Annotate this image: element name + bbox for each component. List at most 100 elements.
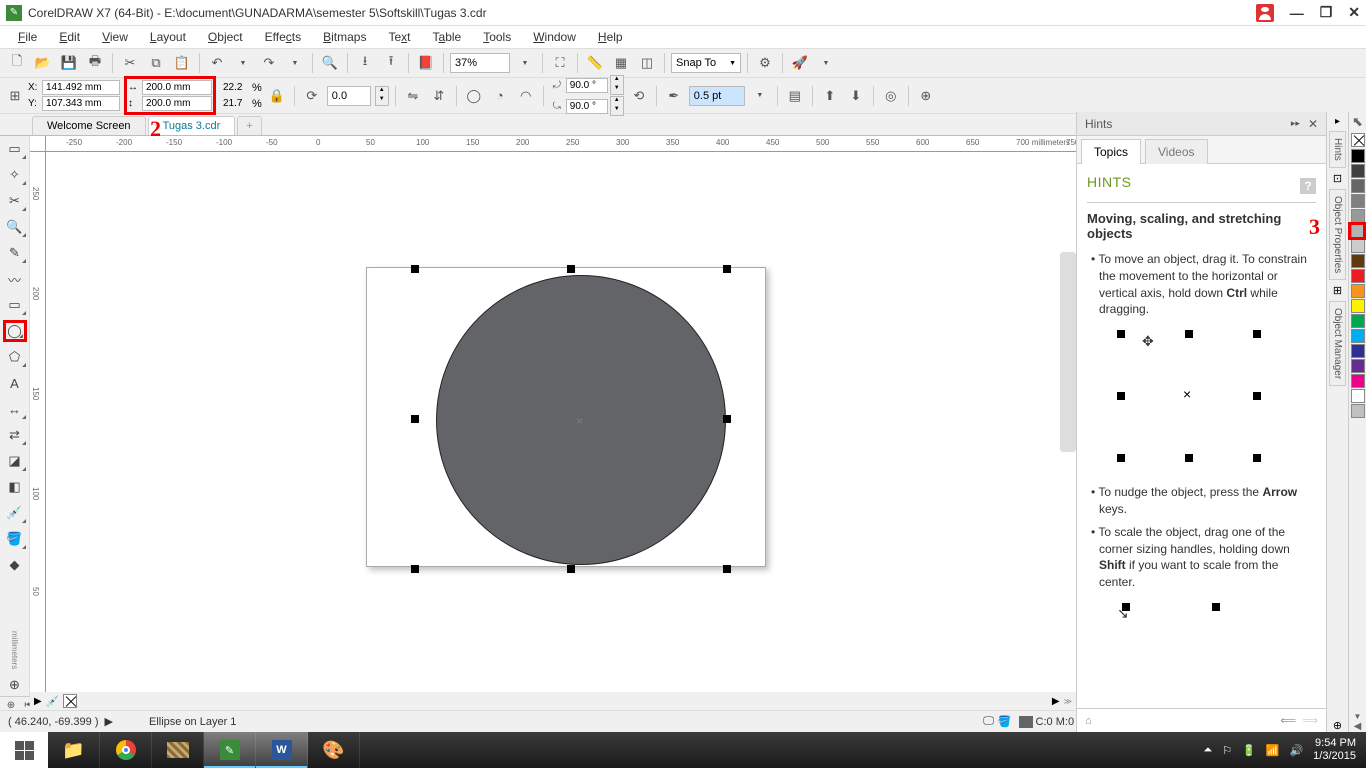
scale-y[interactable]: 21.7 <box>220 96 250 111</box>
minimize-button[interactable]: — <box>1290 5 1304 21</box>
rotation-input[interactable] <box>327 86 371 106</box>
menu-bitmaps[interactable]: Bitmaps <box>313 28 376 46</box>
x-input[interactable]: 141.492 mm <box>42 80 120 95</box>
direction-icon[interactable]: ⟲ <box>628 85 650 107</box>
quick-customize-toolbox[interactable]: ⊕ <box>3 674 27 696</box>
no-fill-swatch[interactable] <box>1351 133 1365 147</box>
color-proof-icon[interactable]: 🖵 <box>983 715 994 728</box>
docker-obj-mgr[interactable]: Object Manager <box>1329 301 1346 386</box>
origin-icon[interactable]: ⊞ <box>6 85 24 107</box>
menu-table[interactable]: Table <box>423 28 472 46</box>
color-swatch[interactable] <box>1351 359 1365 373</box>
print-icon[interactable]: 🖶 <box>84 52 106 74</box>
tray-battery-icon[interactable]: 🔋 <box>1242 744 1256 757</box>
search-icon[interactable]: 🔍 <box>319 52 341 74</box>
pick-tool[interactable]: ▭ <box>3 138 27 160</box>
handle-se[interactable] <box>723 565 731 573</box>
ruler-icon[interactable]: 📏 <box>584 52 606 74</box>
shape-tool[interactable]: ✧ <box>3 164 27 186</box>
handle-s[interactable] <box>567 565 575 573</box>
clock[interactable]: 9:54 PM 1/3/2015 <box>1313 737 1356 763</box>
handle-w[interactable] <box>411 415 419 423</box>
tab-topics[interactable]: Topics <box>1081 139 1141 164</box>
polygon-tool[interactable]: ⬠ <box>3 346 27 368</box>
to-front-icon[interactable]: ⬆ <box>819 85 841 107</box>
redo-drop-icon[interactable]: ▼ <box>284 52 306 74</box>
color-swatch[interactable] <box>1351 149 1365 163</box>
artistic-media-tool[interactable]: 〰 <box>3 268 27 290</box>
color-swatch[interactable] <box>1351 239 1365 253</box>
fullscreen-icon[interactable]: ⛶ <box>549 52 571 74</box>
task-word[interactable]: W <box>256 732 308 768</box>
palette-toggle-icon[interactable]: ▶ <box>34 696 42 707</box>
pie-icon[interactable]: ◔ <box>489 85 511 107</box>
color-swatch[interactable] <box>1351 344 1365 358</box>
task-chrome[interactable] <box>100 732 152 768</box>
width-input[interactable]: 200.0 mm <box>142 80 212 95</box>
play-icon[interactable]: ▶ <box>105 715 113 728</box>
back-icon[interactable]: ⟸ <box>1280 715 1296 727</box>
ellipse-tool[interactable]: ◯ <box>3 320 27 342</box>
docker-btn2[interactable]: ⊞ <box>1333 284 1342 297</box>
open-icon[interactable]: 📂 <box>32 52 54 74</box>
color-swatch[interactable] <box>1351 389 1365 403</box>
rectangle-tool[interactable]: ▭ <box>3 294 27 316</box>
color-swatch[interactable] <box>1351 284 1365 298</box>
restore-button[interactable]: ❐ <box>1320 4 1333 21</box>
docker-hints[interactable]: Hints <box>1329 131 1346 168</box>
task-coreldraw[interactable]: ✎ <box>204 732 256 768</box>
tab-add[interactable]: + <box>237 116 261 135</box>
task-explorer[interactable]: 📁 <box>48 732 100 768</box>
zoom-input[interactable] <box>450 53 510 73</box>
tray-network-icon[interactable]: 📶 <box>1266 744 1280 757</box>
docker-obj-props[interactable]: Object Properties <box>1329 189 1346 280</box>
palette-menu-icon[interactable]: ▶ <box>1052 696 1060 707</box>
tab-videos[interactable]: Videos <box>1145 139 1207 164</box>
redo-icon[interactable]: ↷ <box>258 52 280 74</box>
save-icon[interactable]: 💾 <box>58 52 80 74</box>
lock-ratio-icon[interactable]: 🔒 <box>266 85 288 107</box>
menu-window[interactable]: Window <box>523 28 586 46</box>
snap-dropdown[interactable]: Snap To▼ <box>671 53 741 73</box>
publish-pdf-icon[interactable]: 📕 <box>415 52 437 74</box>
handle-ne[interactable] <box>723 265 731 273</box>
text-tool[interactable]: A <box>3 372 27 394</box>
handle-n[interactable] <box>567 265 575 273</box>
palette-scroll-down[interactable]: ▼ <box>1354 712 1362 721</box>
launch-icon[interactable]: 🚀 <box>789 52 811 74</box>
handle-sw[interactable] <box>411 565 419 573</box>
new-icon[interactable]: 🗋 <box>6 52 28 74</box>
user-icon[interactable] <box>1256 4 1274 22</box>
crop-tool[interactable]: ✂ <box>3 190 27 212</box>
canvas[interactable]: × <box>46 152 1076 696</box>
menu-effects[interactable]: Effects <box>255 28 311 46</box>
quick-customize-icon[interactable]: ⊕ <box>915 85 937 107</box>
forward-icon[interactable]: ⟹ <box>1302 715 1318 727</box>
outline-drop-icon[interactable]: ▼ <box>749 85 771 107</box>
color-swatch[interactable] <box>1351 164 1365 178</box>
color-swatch[interactable] <box>1351 404 1365 418</box>
guides-icon[interactable]: ◫ <box>636 52 658 74</box>
start-button[interactable] <box>0 732 48 768</box>
paste-icon[interactable]: 📋 <box>171 52 193 74</box>
end-angle[interactable]: 90.0 ° <box>566 99 608 114</box>
tab-welcome[interactable]: Welcome Screen <box>32 116 146 135</box>
outline-width-input[interactable] <box>689 86 745 106</box>
color-swatch[interactable] <box>1351 314 1365 328</box>
eyedropper-tool[interactable]: 💉 <box>3 502 27 524</box>
undo-icon[interactable]: ↶ <box>206 52 228 74</box>
vertical-scrollbar[interactable] <box>1060 252 1076 452</box>
home-icon[interactable]: ⌂ <box>1085 715 1092 727</box>
ellipse-icon[interactable]: ◯ <box>463 85 485 107</box>
close-button[interactable]: ✕ <box>1348 4 1360 21</box>
color-swatch[interactable] <box>1351 329 1365 343</box>
palette-flyout-icon[interactable]: ◀ <box>1354 721 1362 732</box>
color-swatch[interactable] <box>1351 374 1365 388</box>
vertical-ruler[interactable]: 25020015010050 <box>30 152 46 696</box>
horizontal-ruler[interactable]: millimeters -250-200-150-100-50050100150… <box>46 136 1076 152</box>
menu-edit[interactable]: Edit <box>49 28 90 46</box>
task-paint[interactable]: 🎨 <box>308 732 360 768</box>
connector-tool[interactable]: ⇄ <box>3 424 27 446</box>
drop-shadow-tool[interactable]: ◪ <box>3 450 27 472</box>
color-swatch[interactable] <box>1351 254 1365 268</box>
